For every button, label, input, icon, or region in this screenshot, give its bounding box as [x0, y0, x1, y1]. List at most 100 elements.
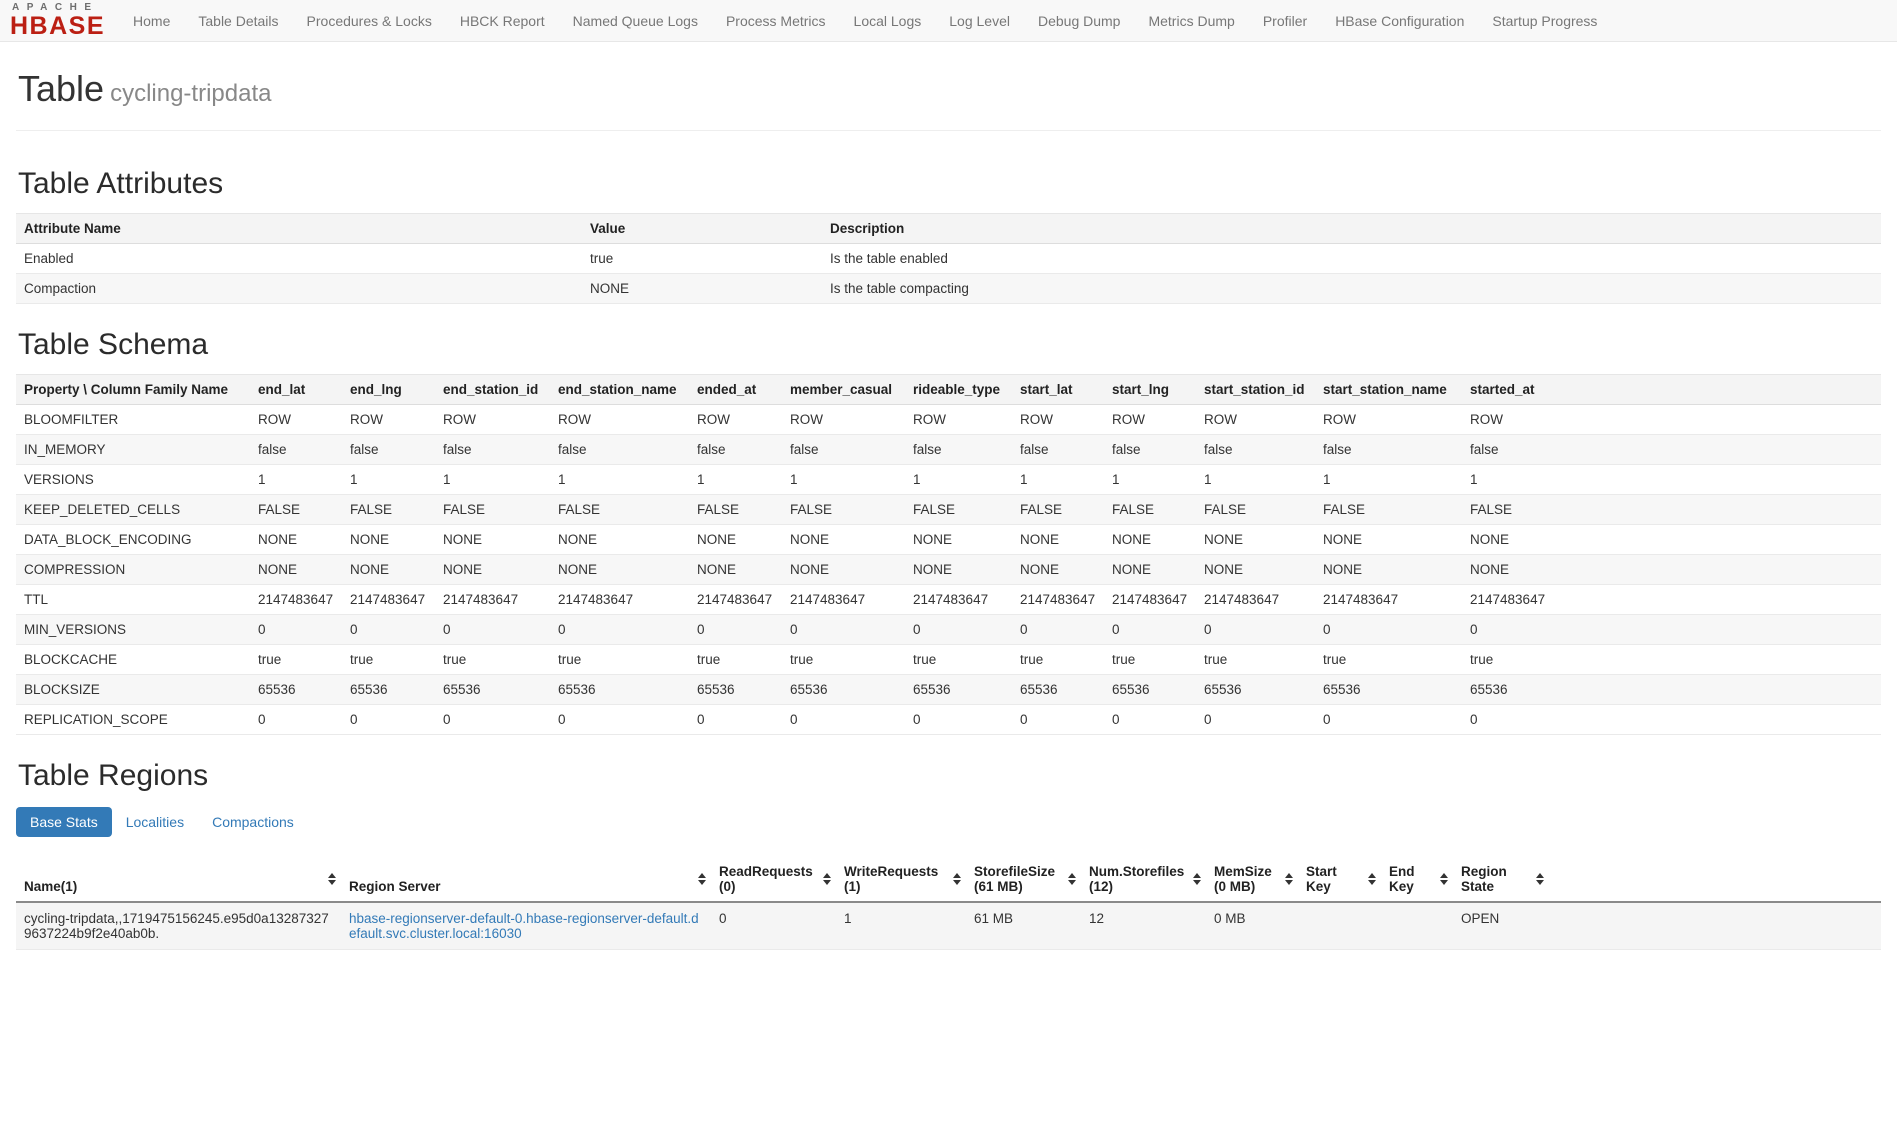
table-cell: false — [1462, 435, 1881, 465]
table-cell: 1 — [1462, 465, 1881, 495]
table-cell: 1 — [1104, 465, 1196, 495]
schema-col-end-station-id: end_station_id — [435, 375, 550, 405]
regions-col-num-storefiles[interactable]: Num.Storefiles (12) — [1081, 857, 1206, 902]
table-cell: NONE — [1104, 555, 1196, 585]
table-cell: 0 — [905, 705, 1012, 735]
tab-compactions[interactable]: Compactions — [198, 807, 308, 837]
regions-table: Name(1) Region Server ReadRequests (0) W… — [16, 857, 1881, 950]
table-cell: NONE — [435, 525, 550, 555]
regions-col-region-state[interactable]: Region State — [1453, 857, 1549, 902]
regions-col-end-key[interactable]: End Key — [1381, 857, 1453, 902]
attributes-heading: Table Attributes — [18, 167, 1881, 201]
sort-icon[interactable] — [1285, 873, 1293, 885]
region-server-cell: hbase-regionserver-default-0.hbase-regio… — [341, 902, 711, 950]
attributes-header-row: Attribute Name Value Description — [16, 214, 1881, 244]
table-cell: ROW — [1012, 405, 1104, 435]
sort-icon[interactable] — [328, 873, 336, 885]
regions-col-region-server[interactable]: Region Server — [341, 857, 711, 902]
regions-col-storefile-size[interactable]: StorefileSize (61 MB) — [966, 857, 1081, 902]
table-cell: NONE — [550, 555, 689, 585]
schema-col-start-station-id: start_station_id — [1196, 375, 1315, 405]
sort-icon[interactable] — [823, 873, 831, 885]
regions-heading: Table Regions — [18, 759, 1881, 793]
regions-col-name[interactable]: Name(1) — [16, 857, 341, 902]
table-cell: 65536 — [1462, 675, 1881, 705]
tab-localities[interactable]: Localities — [112, 807, 198, 837]
sort-icon[interactable] — [1368, 873, 1376, 885]
nav-item-hbck-report[interactable]: HBCK Report — [446, 13, 559, 29]
table-cell: true — [1196, 645, 1315, 675]
regions-col-mem-size[interactable]: MemSize (0 MB) — [1206, 857, 1298, 902]
table-cell: ROW — [1104, 405, 1196, 435]
table-cell: NONE — [782, 555, 905, 585]
regions-col-read-requests[interactable]: ReadRequests (0) — [711, 857, 836, 902]
table-cell: 0 — [435, 615, 550, 645]
nav-item-home[interactable]: Home — [119, 13, 184, 29]
sort-icon[interactable] — [1193, 873, 1201, 885]
nav-item-profiler[interactable]: Profiler — [1249, 13, 1321, 29]
sort-icon[interactable] — [1440, 873, 1448, 885]
table-cell: NONE — [342, 525, 435, 555]
top-navbar: APACHE HBASE Home Table Details Procedur… — [0, 0, 1897, 42]
table-cell: 2147483647 — [250, 585, 342, 615]
regions-header-row: Name(1) Region Server ReadRequests (0) W… — [16, 857, 1881, 902]
sort-icon[interactable] — [698, 873, 706, 885]
region-state-cell: OPEN — [1453, 902, 1549, 950]
table-cell: FALSE — [1104, 495, 1196, 525]
nav-item-startup-progress[interactable]: Startup Progress — [1478, 13, 1611, 29]
table-cell: ROW — [782, 405, 905, 435]
table-row: EnabledtrueIs the table enabled — [16, 244, 1881, 274]
table-cell: 65536 — [550, 675, 689, 705]
nav-item-table-details[interactable]: Table Details — [184, 13, 292, 29]
table-cell: 0 — [905, 615, 1012, 645]
nav-item-hbase-configuration[interactable]: HBase Configuration — [1321, 13, 1478, 29]
hbase-logo[interactable]: APACHE HBASE — [10, 3, 105, 39]
nav-item-procedures-locks[interactable]: Procedures & Locks — [293, 13, 446, 29]
table-cell: 1 — [435, 465, 550, 495]
table-cell: 0 — [550, 705, 689, 735]
table-cell: 2147483647 — [342, 585, 435, 615]
table-cell: false — [689, 435, 782, 465]
nav-item-local-logs[interactable]: Local Logs — [840, 13, 936, 29]
table-cell: 0 — [1196, 615, 1315, 645]
table-cell: Is the table compacting — [822, 274, 1881, 304]
nav-item-named-queue-logs[interactable]: Named Queue Logs — [559, 13, 712, 29]
table-cell: true — [905, 645, 1012, 675]
table-row: VERSIONS111111111111 — [16, 465, 1881, 495]
table-cell: 1 — [782, 465, 905, 495]
sort-icon[interactable] — [1068, 873, 1076, 885]
schema-table: Property \ Column Family Name end_lat en… — [16, 374, 1881, 735]
table-cell: KEEP_DELETED_CELLS — [16, 495, 250, 525]
nav-item-process-metrics[interactable]: Process Metrics — [712, 13, 840, 29]
table-cell: 2147483647 — [1196, 585, 1315, 615]
table-cell: NONE — [905, 525, 1012, 555]
table-cell: 0 — [689, 705, 782, 735]
region-mem-size-cell: 0 MB — [1206, 902, 1298, 950]
nav-item-log-level[interactable]: Log Level — [935, 13, 1024, 29]
table-cell: 2147483647 — [905, 585, 1012, 615]
nav-item-metrics-dump[interactable]: Metrics Dump — [1134, 13, 1248, 29]
attributes-col-value: Value — [582, 214, 822, 244]
table-row: REPLICATION_SCOPE000000000000 — [16, 705, 1881, 735]
table-cell: NONE — [1196, 525, 1315, 555]
schema-col-start-lng: start_lng — [1104, 375, 1196, 405]
table-cell: 1 — [1196, 465, 1315, 495]
nav-item-debug-dump[interactable]: Debug Dump — [1024, 13, 1135, 29]
table-cell: NONE — [689, 555, 782, 585]
sort-icon[interactable] — [1536, 873, 1544, 885]
region-server-link[interactable]: hbase-regionserver-default-0.hbase-regio… — [349, 911, 699, 941]
table-cell: true — [1462, 645, 1881, 675]
table-cell: FALSE — [342, 495, 435, 525]
regions-col-write-requests[interactable]: WriteRequests (1) — [836, 857, 966, 902]
table-cell: NONE — [250, 555, 342, 585]
table-cell: BLOCKSIZE — [16, 675, 250, 705]
table-cell: NONE — [1462, 525, 1881, 555]
table-cell: 0 — [689, 615, 782, 645]
tab-base-stats[interactable]: Base Stats — [16, 807, 112, 837]
table-row: TTL2147483647214748364721474836472147483… — [16, 585, 1881, 615]
sort-icon[interactable] — [953, 873, 961, 885]
table-cell: true — [582, 244, 822, 274]
table-cell: FALSE — [1462, 495, 1881, 525]
table-cell: 0 — [782, 705, 905, 735]
regions-col-start-key[interactable]: Start Key — [1298, 857, 1381, 902]
